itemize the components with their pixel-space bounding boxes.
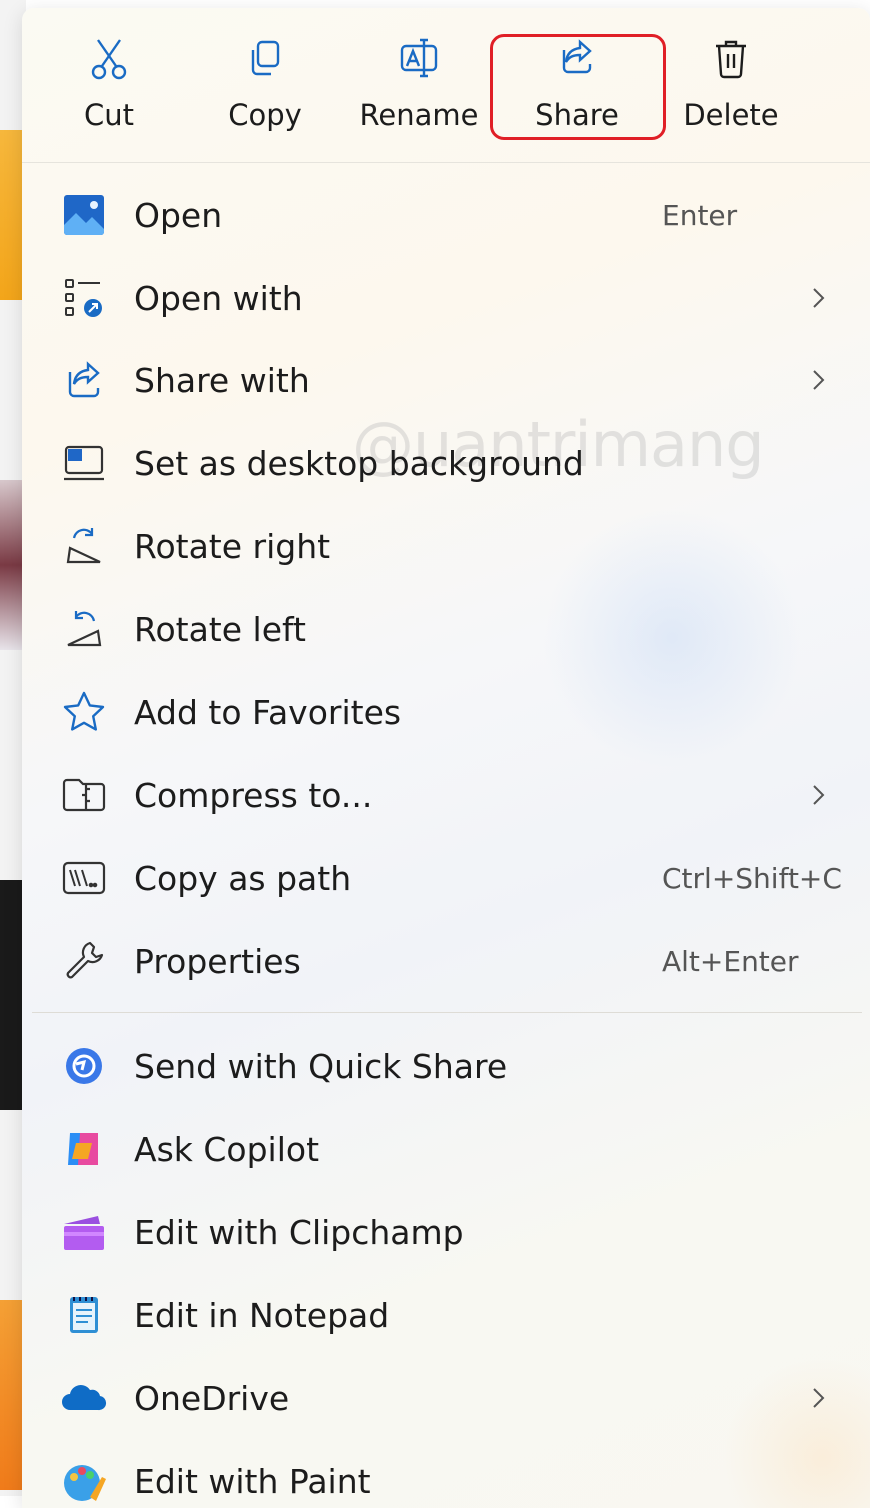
path-icon (60, 854, 108, 902)
chevron-right-icon (813, 1388, 825, 1408)
menu-item-set-desktop-background[interactable]: Set as desktop background (22, 422, 870, 504)
share-highlight-box (490, 34, 666, 140)
cut-label: Cut (84, 98, 134, 132)
paint-icon (60, 1457, 108, 1505)
menu-item-label: Add to Favorites (134, 692, 402, 732)
menu-item-label: Send with Quick Share (134, 1046, 508, 1086)
menu-item-label: Open (134, 195, 223, 235)
menu-item-label: Share with (134, 360, 310, 400)
rotate-right-icon (60, 522, 108, 570)
menu-item-label: Open with (134, 278, 303, 318)
clipchamp-icon (60, 1208, 108, 1256)
menu-item-edit-in-notepad[interactable]: Edit in Notepad (22, 1274, 870, 1356)
cut-button[interactable]: Cut (34, 36, 184, 148)
delete-button[interactable]: Delete (656, 36, 806, 148)
notepad-icon (60, 1291, 108, 1339)
menu-separator (32, 1012, 862, 1013)
rename-label: Rename (359, 98, 479, 132)
menu-item-ask-copilot[interactable]: Ask Copilot (22, 1108, 870, 1190)
menu-item-label: Set as desktop background (134, 443, 584, 483)
trash-icon (710, 36, 752, 84)
menu-item-label: Rotate right (134, 526, 331, 566)
menu-item-share-with[interactable]: Share with (22, 339, 870, 421)
menu-item-label: Rotate left (134, 609, 306, 649)
menu-item-open[interactable]: Open Enter (22, 174, 870, 256)
copy-icon (244, 36, 286, 84)
scissors-icon (88, 36, 130, 84)
quick-share-icon (60, 1042, 108, 1090)
menu-item-label: OneDrive (134, 1378, 290, 1418)
rename-icon (398, 36, 440, 84)
menu-item-label: Compress to... (134, 775, 373, 815)
shortcut-text: Alt+Enter (662, 944, 799, 978)
copilot-icon (60, 1125, 108, 1173)
menu-item-compress-to[interactable]: Compress to... (22, 754, 870, 836)
menu-item-send-with-quick-share[interactable]: Send with Quick Share (22, 1025, 870, 1107)
shortcut-text: Ctrl+Shift+C (662, 861, 842, 895)
shortcut-text: Enter (662, 198, 738, 232)
menu-item-label: Edit in Notepad (134, 1295, 390, 1335)
zip-icon (60, 771, 108, 819)
open-with-icon (60, 274, 108, 322)
menu-item-open-with[interactable]: Open with (22, 257, 870, 339)
menu-item-properties[interactable]: Properties Alt+Enter (22, 920, 870, 1002)
menu-item-rotate-left[interactable]: Rotate left (22, 588, 870, 670)
menu-item-add-to-favorites[interactable]: Add to Favorites (22, 671, 870, 753)
copy-label: Copy (228, 98, 302, 132)
menu-item-label: Copy as path (134, 858, 352, 898)
menu-item-copy-as-path[interactable]: Copy as path Ctrl+Shift+C (22, 837, 870, 919)
menu-item-edit-with-paint[interactable]: Edit with Paint (22, 1440, 870, 1508)
star-icon (60, 688, 108, 736)
menu-item-label: Properties (134, 941, 301, 981)
chevron-right-icon (813, 288, 825, 308)
onedrive-icon (60, 1374, 108, 1422)
share-icon (60, 356, 108, 404)
menu-item-label: Edit with Clipchamp (134, 1212, 464, 1252)
menu-item-label: Edit with Paint (134, 1461, 371, 1501)
wrench-icon (60, 937, 108, 985)
context-menu-toolbar: Cut Copy Rename Share Delete (22, 8, 870, 163)
copy-button[interactable]: Copy (190, 36, 340, 148)
menu-item-onedrive[interactable]: OneDrive (22, 1357, 870, 1439)
delete-label: Delete (683, 98, 779, 132)
menu-item-edit-with-clipchamp[interactable]: Edit with Clipchamp (22, 1191, 870, 1273)
chevron-right-icon (813, 785, 825, 805)
rotate-left-icon (60, 605, 108, 653)
chevron-right-icon (813, 370, 825, 390)
rename-button[interactable]: Rename (344, 36, 494, 148)
desktop-icon (60, 439, 108, 487)
menu-item-label: Ask Copilot (134, 1129, 320, 1169)
context-menu: Cut Copy Rename Share Delete @uantrimang… (22, 8, 870, 1508)
image-icon (60, 191, 108, 239)
menu-item-rotate-right[interactable]: Rotate right (22, 505, 870, 587)
